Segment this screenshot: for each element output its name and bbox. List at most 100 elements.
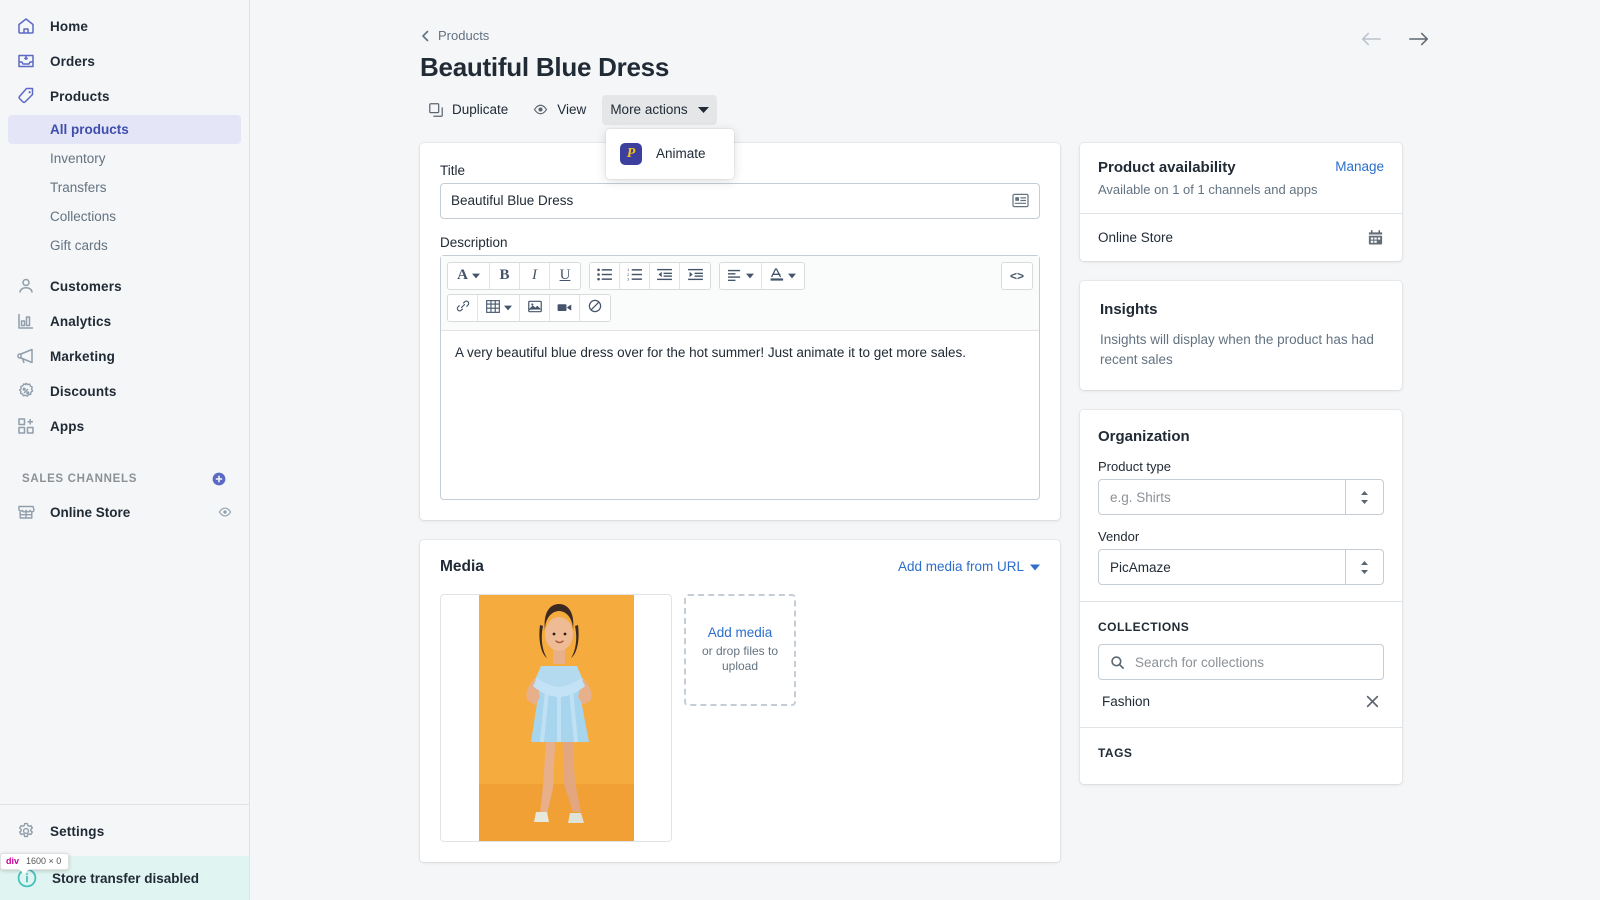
search-icon [1110, 655, 1125, 670]
eye-icon[interactable] [217, 504, 233, 520]
insights-card: Insights Insights will display when the … [1080, 280, 1402, 391]
collections-section: COLLECTIONS Search for collections Fashi… [1080, 602, 1402, 727]
indent-button[interactable] [680, 262, 710, 289]
description-editor-body[interactable]: A very beautiful blue dress over for the… [441, 331, 1039, 499]
stepper-arrows-icon[interactable] [1345, 550, 1383, 585]
numbered-list-button[interactable]: 1 2 3 [620, 262, 650, 289]
right-column: Product availability Manage Available on… [1080, 142, 1402, 805]
link-button[interactable] [448, 294, 478, 321]
media-dropzone[interactable]: Add media or drop files to upload [684, 593, 796, 706]
clear-formatting-button[interactable] [580, 294, 610, 321]
sidebar-item-customers[interactable]: Customers [8, 269, 241, 303]
underline-button[interactable]: U [550, 262, 580, 289]
vendor-value: PicAmaze [1110, 559, 1171, 575]
close-x-icon[interactable] [1365, 694, 1380, 709]
list-details-icon[interactable] [1012, 193, 1029, 208]
more-actions-dropdown: P Animate [606, 128, 734, 179]
customer-person-icon [16, 276, 36, 296]
text-color-button[interactable] [762, 262, 804, 289]
tags-section: TAGS [1080, 728, 1402, 784]
align-button[interactable] [720, 262, 762, 289]
sidebar-item-label: Orders [50, 53, 96, 69]
sidebar-item-gift-cards[interactable]: Gift cards [8, 231, 241, 260]
product-type-select[interactable]: e.g. Shirts [1098, 479, 1384, 516]
rte-insert-group [447, 293, 611, 322]
italic-button[interactable]: I [520, 262, 550, 289]
insert-video-button[interactable] [550, 294, 580, 321]
media-card-title: Media [440, 557, 484, 575]
sidebar-item-orders[interactable]: Orders [8, 44, 241, 78]
eye-icon [532, 101, 549, 118]
sidebar-item-marketing[interactable]: Marketing [8, 339, 241, 373]
sidebar-item-label: Settings [50, 823, 105, 839]
sidebar-item-inventory[interactable]: Inventory [8, 144, 241, 173]
sidebar-item-collections[interactable]: Collections [8, 202, 241, 231]
outdent-button[interactable] [650, 262, 680, 289]
devtools-element-dimensions: 1600 × 0 [26, 856, 62, 866]
store-banner-label: Store transfer disabled [52, 870, 200, 886]
sidebar-item-all-products[interactable]: All products [8, 115, 241, 144]
bold-button[interactable]: B [490, 262, 520, 289]
sidebar-item-analytics[interactable]: Analytics [8, 304, 241, 338]
organization-main: Organization Product type e.g. Shirts Ve… [1080, 410, 1402, 601]
breadcrumb[interactable]: Products [420, 28, 1430, 43]
rte-toolbar-row-1: A B I U 1 2 3 <> [447, 261, 1033, 290]
font-family-glyph: A [457, 267, 468, 284]
add-media-from-url-button[interactable]: Add media from URL [898, 559, 1040, 574]
html-code-button[interactable]: <> [1002, 262, 1032, 289]
media-items: Add media or drop files to upload [420, 576, 1060, 862]
breadcrumb-label: Products [438, 28, 490, 43]
sidebar-item-settings[interactable]: Settings [8, 814, 241, 848]
sidebar: Home Orders Products All products Invent… [0, 0, 250, 900]
bulleted-list-button[interactable] [590, 262, 620, 289]
sidebar-item-apps[interactable]: Apps [8, 409, 241, 443]
rte-align-color-group [719, 261, 805, 290]
more-actions-button[interactable]: More actions [602, 94, 717, 125]
add-media-from-url-label: Add media from URL [897, 559, 1024, 575]
availability-channel-name: Online Store [1098, 229, 1174, 245]
availability-header: Product availability Manage Available on… [1080, 143, 1402, 213]
title-description-card: Title Beautiful Blue Dress Description A… [420, 142, 1060, 520]
description-rich-text-editor: A B I U 1 2 3 <> A very beautiful blue d… [440, 254, 1040, 500]
dropdown-item-animate[interactable]: P Animate [606, 135, 734, 173]
vendor-select[interactable]: PicAmaze [1098, 549, 1384, 586]
chevron-down-icon [697, 106, 709, 114]
title-input-value: Beautiful Blue Dress [451, 193, 574, 209]
collections-search-input[interactable]: Search for collections [1098, 644, 1384, 681]
align-left-icon [727, 268, 742, 284]
media-card-header: Media Add media from URL [420, 540, 1060, 576]
tags-heading: TAGS [1098, 746, 1133, 761]
add-media-link[interactable]: Add media [708, 625, 773, 640]
organization-title: Organization [1098, 428, 1190, 446]
rte-list-indent-group: 1 2 3 [589, 261, 711, 290]
stepper-arrows-icon[interactable] [1345, 480, 1383, 515]
orders-inbox-icon [16, 51, 36, 71]
italic-glyph: I [532, 267, 537, 284]
plus-circle-icon[interactable] [211, 471, 227, 487]
arrow-right-icon[interactable] [1408, 30, 1430, 48]
table-button[interactable] [478, 294, 520, 321]
manage-availability-button[interactable]: Manage [1335, 159, 1384, 174]
sidebar-item-products[interactable]: Products [8, 79, 241, 113]
media-thumbnail[interactable] [440, 593, 672, 842]
title-input[interactable]: Beautiful Blue Dress [440, 182, 1040, 219]
sidebar-channel-online-store[interactable]: Online Store [8, 495, 241, 529]
duplicate-button[interactable]: Duplicate [420, 95, 516, 125]
pagination-arrows [1360, 30, 1430, 48]
collection-name: Fashion [1102, 694, 1151, 710]
sidebar-item-transfers[interactable]: Transfers [8, 173, 241, 202]
indent-icon [687, 268, 703, 284]
woman-in-blue-dress-photo [478, 594, 634, 841]
view-button[interactable]: View [524, 95, 594, 125]
calendar-icon[interactable] [1367, 229, 1384, 246]
sidebar-item-label: Marketing [50, 348, 115, 364]
insert-image-button[interactable] [520, 294, 550, 321]
insights-body: Insights will display when the product h… [1100, 331, 1374, 368]
sidebar-item-home[interactable]: Home [8, 9, 241, 43]
bullet-list-icon [597, 268, 612, 284]
sidebar-item-discounts[interactable]: Discounts [8, 374, 241, 408]
arrow-left-icon[interactable] [1360, 30, 1382, 48]
gear-icon [16, 821, 36, 841]
product-type-label: Product type [1098, 459, 1171, 475]
font-family-button[interactable]: A [448, 262, 490, 289]
